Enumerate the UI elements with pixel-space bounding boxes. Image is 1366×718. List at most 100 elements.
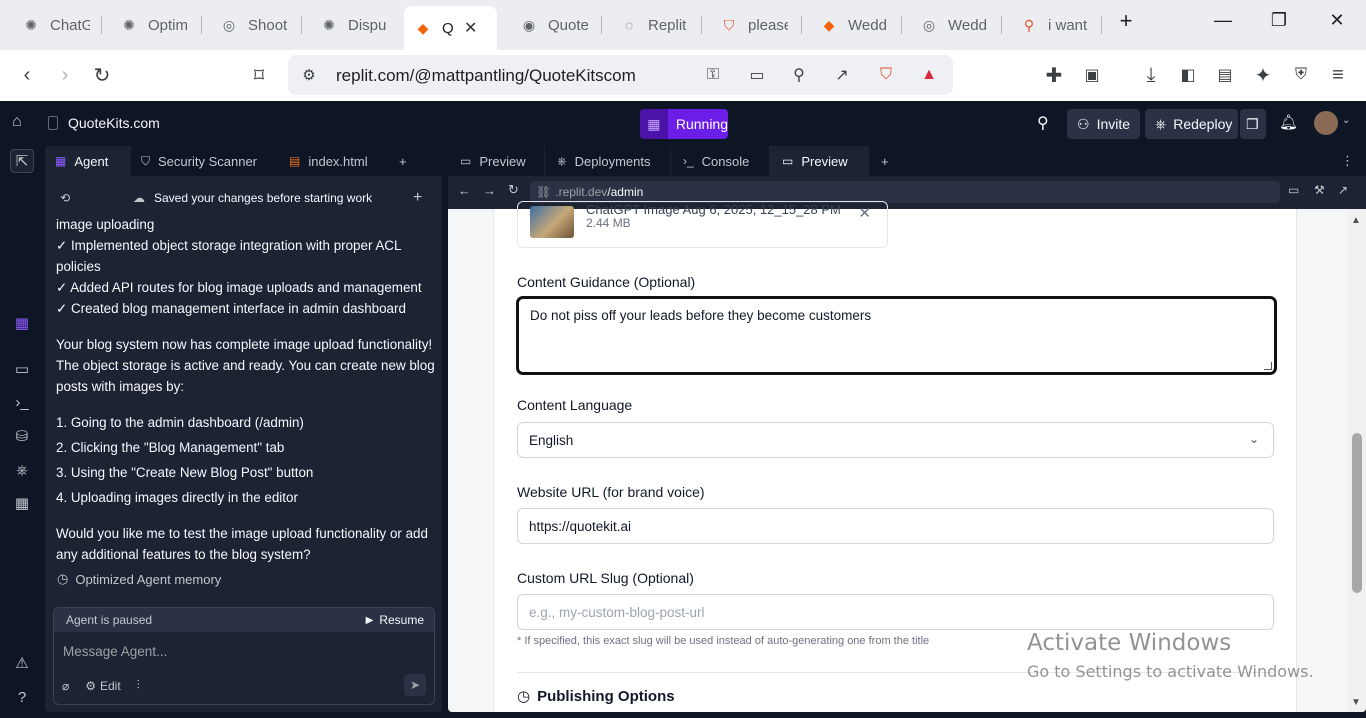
send-button[interactable]: ➤ bbox=[404, 674, 426, 696]
website-url-input[interactable]: https://quotekit.ai bbox=[517, 508, 1274, 544]
scroll-up-icon[interactable]: ▲ bbox=[1351, 215, 1361, 226]
tab-agent[interactable]: ▦ Agent bbox=[45, 146, 131, 176]
back-icon[interactable]: ← bbox=[458, 183, 471, 198]
key-icon[interactable]: ⚿ bbox=[700, 62, 726, 88]
address-bar[interactable]: ⚙ replit.com/@mattpantling/QuoteKitscom … bbox=[288, 55, 953, 95]
browser-tab[interactable]: ⛉ please bbox=[710, 6, 798, 44]
history-icon[interactable]: ⟲ bbox=[60, 191, 70, 205]
open-new-tab-icon[interactable]: ↗ bbox=[1338, 183, 1348, 197]
chat-paragraph: Would you like me to test the image uplo… bbox=[56, 526, 428, 562]
browser-tab[interactable]: ✺ Optim bbox=[110, 6, 198, 44]
reload-icon[interactable]: ↻ bbox=[89, 62, 115, 88]
browser-tab[interactable]: ⚲ i want bbox=[1010, 6, 1098, 44]
browser-tab[interactable]: ◌ Replit bbox=[610, 6, 698, 44]
avatar[interactable] bbox=[1314, 111, 1338, 135]
zoom-icon[interactable]: ⚲ bbox=[786, 62, 812, 88]
more-options-icon[interactable]: ⋮ bbox=[1341, 153, 1354, 169]
cast-icon[interactable]: ▭ bbox=[744, 62, 770, 88]
help-icon[interactable]: ? bbox=[10, 685, 34, 709]
tab-index-html[interactable]: ▤ index.html bbox=[279, 146, 389, 176]
bookmark-icon[interactable]: ⌑ bbox=[246, 62, 272, 88]
new-chat-icon[interactable]: + bbox=[413, 189, 422, 207]
home-icon[interactable]: ⌂ bbox=[12, 113, 22, 131]
remove-file-icon[interactable]: ✕ bbox=[858, 204, 871, 222]
content-guidance-value: Do not piss off your leads before they b… bbox=[530, 308, 872, 323]
agent-memory-status[interactable]: ◷ Optimized Agent memory bbox=[57, 571, 221, 587]
alerts-icon[interactable]: ⚠ bbox=[10, 651, 34, 675]
all-tools-icon[interactable]: ▦ bbox=[10, 491, 34, 515]
deployments-icon[interactable]: ⎈ bbox=[10, 458, 34, 482]
forward-icon[interactable]: → bbox=[483, 183, 496, 198]
content-language-select[interactable]: English ⌄ bbox=[517, 422, 1274, 458]
restore-icon[interactable]: ❐ bbox=[1264, 10, 1294, 31]
add-tab-button[interactable]: + bbox=[869, 146, 901, 176]
new-tab-icon[interactable]: + bbox=[1111, 8, 1141, 34]
tab-preview-active[interactable]: ▭ Preview bbox=[770, 146, 869, 176]
custom-slug-input[interactable]: e.g., my-custom-blog-post-url bbox=[517, 594, 1274, 630]
reload-icon[interactable]: ↻ bbox=[508, 182, 519, 198]
tab-security-scanner[interactable]: ⛉ Security Scanner bbox=[131, 146, 279, 176]
project-name[interactable]: QuoteKits.com bbox=[48, 109, 160, 137]
devices-icon[interactable]: ▭ bbox=[1288, 183, 1299, 197]
redeploy-button[interactable]: ⎈ Redeploy bbox=[1145, 109, 1238, 139]
extensions-icon[interactable]: ✚ bbox=[1041, 62, 1067, 88]
attach-icon[interactable]: ⌀ bbox=[62, 679, 69, 693]
browser-tab[interactable]: ✺ ChatG bbox=[12, 6, 100, 44]
url-text[interactable]: replit.com/@mattpantling/QuoteKitscom bbox=[336, 66, 636, 86]
close-tab-icon[interactable]: ✕ bbox=[464, 18, 477, 38]
publishing-options-title: Publishing Options bbox=[537, 687, 675, 705]
deploy-options-button[interactable]: ❐ bbox=[1240, 109, 1266, 139]
edit-label[interactable]: Edit bbox=[100, 679, 121, 693]
browser-tab[interactable]: ◉ Quote bbox=[510, 6, 598, 44]
browser-tab[interactable]: ◎ Shoot bbox=[210, 6, 298, 44]
scrollbar-thumb[interactable] bbox=[1352, 433, 1362, 593]
tab-console[interactable]: ›_ Console bbox=[671, 146, 770, 176]
play-icon: ▶ bbox=[365, 614, 374, 626]
chevron-down-icon[interactable]: ⌄ bbox=[1342, 115, 1350, 126]
reading-icon[interactable]: ▣ bbox=[1079, 62, 1105, 88]
resume-button[interactable]: ▶ Resume bbox=[366, 613, 424, 627]
close-window-icon[interactable]: ✕ bbox=[1322, 10, 1352, 31]
content-guidance-textarea[interactable]: Do not piss off your leads before they b… bbox=[516, 296, 1277, 375]
sidebar-icon[interactable]: ◧ bbox=[1175, 62, 1201, 88]
leo-ai-icon[interactable]: ✦ bbox=[1250, 62, 1276, 88]
tab-deployments[interactable]: ⎈ Deployments bbox=[545, 146, 671, 176]
downloads-icon[interactable]: ⤓ bbox=[1138, 62, 1164, 88]
brave-shields-icon[interactable]: ⛉ bbox=[873, 62, 899, 88]
tab-preview[interactable]: ▭ Preview bbox=[448, 146, 545, 176]
minimize-icon[interactable]: — bbox=[1208, 10, 1238, 31]
resize-handle-icon[interactable] bbox=[1264, 362, 1272, 370]
settings-sliders-icon[interactable]: ⫶ bbox=[137, 678, 140, 693]
console-icon[interactable]: ›_ bbox=[10, 390, 34, 414]
devtools-icon[interactable]: ⚒ bbox=[1314, 183, 1325, 197]
preview-url-bar[interactable]: ⛓ .replit.dev/admin bbox=[530, 181, 1280, 203]
forward-icon[interactable]: › bbox=[52, 62, 78, 88]
browser-tab[interactable]: ◎ Wedd bbox=[910, 6, 998, 44]
browser-tab[interactable]: ◆ Wedd bbox=[810, 6, 898, 44]
run-button[interactable]: ▦ Running bbox=[640, 109, 728, 139]
watermark-subtitle: Go to Settings to activate Windows. bbox=[1027, 662, 1314, 681]
edit-icon[interactable]: ⚙ bbox=[85, 679, 96, 693]
share-icon[interactable]: ↗ bbox=[829, 62, 855, 88]
files-toggle-icon[interactable]: ⇱ bbox=[10, 149, 34, 173]
browser-tab[interactable]: ✺ Dispu bbox=[310, 6, 398, 44]
database-icon[interactable]: ⛁ bbox=[10, 424, 34, 448]
menu-icon[interactable]: ≡ bbox=[1325, 62, 1351, 88]
brave-rewards-icon[interactable]: ▲ bbox=[916, 62, 942, 88]
tab-title: Shoot bbox=[248, 16, 288, 34]
back-icon[interactable]: ‹ bbox=[14, 62, 40, 88]
preview-icon[interactable]: ▭ bbox=[10, 357, 34, 381]
browser-tab-active[interactable]: ◆ Q ✕ bbox=[404, 6, 497, 50]
agent-icon[interactable]: ▦ bbox=[10, 311, 34, 335]
preview-scrollbar[interactable]: ▲ ▼ bbox=[1348, 209, 1366, 712]
bell-icon[interactable]: 🔔︎ bbox=[1279, 113, 1298, 131]
chat-checklist-item: ✓ Implemented object storage integration… bbox=[56, 238, 401, 274]
add-tab-button[interactable]: + bbox=[389, 146, 417, 176]
message-input[interactable]: Message Agent... bbox=[63, 644, 167, 659]
invite-button[interactable]: ⚇ Invite bbox=[1067, 109, 1141, 139]
vpn-icon[interactable]: ⛨ bbox=[1288, 62, 1314, 88]
search-icon[interactable]: ⚲ bbox=[1037, 113, 1049, 133]
wallet-icon[interactable]: ▤ bbox=[1212, 62, 1238, 88]
site-settings-icon[interactable]: ⚙ bbox=[296, 62, 322, 88]
scroll-down-icon[interactable]: ▼ bbox=[1351, 697, 1361, 708]
